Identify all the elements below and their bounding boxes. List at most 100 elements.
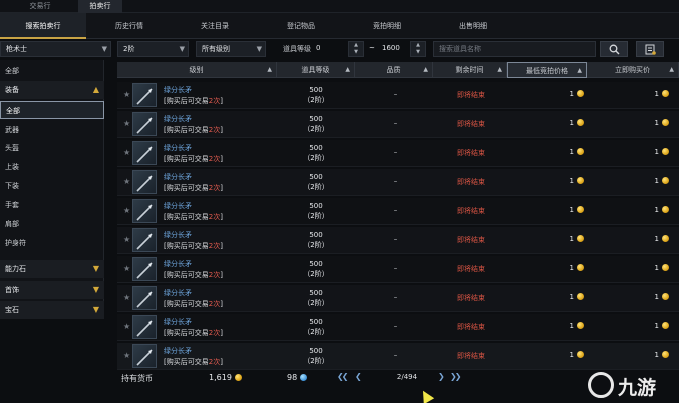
tab-price-history[interactable]: 历史行情	[86, 13, 172, 39]
tab-search-auction[interactable]: 搜索拍卖行	[0, 13, 86, 39]
sort-icon: ▲	[267, 66, 272, 73]
gold-coin-icon	[662, 119, 669, 126]
buy-now-value: 1	[654, 148, 659, 156]
sidebar-item-all[interactable]: 全部	[0, 62, 104, 80]
note-text: ]	[220, 184, 223, 192]
sidebar-item-label: 上装	[5, 163, 19, 171]
note-text: [购买后可交易	[164, 242, 209, 250]
table-row[interactable]: ★ 绿分长矛 [购买后可交易2次] 500 （2阶） – 即将结束 1 1	[117, 256, 679, 283]
item-level-cell: 500 （2阶）	[281, 346, 351, 366]
star-icon[interactable]: ★	[123, 90, 130, 99]
column-header-grade[interactable]: 级别 ▲	[117, 62, 277, 78]
table-row[interactable]: ★ 绿分长矛 [购买后可交易2次] 500 （2阶） – 即将结束 1 1	[117, 227, 679, 254]
table-row[interactable]: ★ 绿分长矛 [购买后可交易2次] 500 （2阶） – 即将结束 1 1	[117, 111, 679, 138]
grade-dropdown-value: 所有级别	[202, 45, 230, 53]
table-row[interactable]: ★ 绿分长矛 [购买后可交易2次] 500 （2阶） – 即将结束 1 1	[117, 140, 679, 167]
item-level-cell: 500 （2阶）	[281, 259, 351, 279]
last-page-button[interactable]: ❯❯	[450, 372, 461, 381]
item-level-cell: 500 （2阶）	[281, 201, 351, 221]
min-bid-cell: 1	[509, 235, 584, 243]
star-icon[interactable]: ★	[123, 148, 130, 157]
gold-coin-icon	[577, 235, 584, 242]
sidebar-item-equipment-all[interactable]: 全部	[0, 101, 104, 119]
tab-sale-details[interactable]: 出售明细	[430, 13, 516, 39]
search-input[interactable]	[434, 42, 595, 56]
sidebar-item-helmet[interactable]: 头盔	[0, 139, 104, 157]
sidebar-item-bottom[interactable]: 下装	[0, 177, 104, 195]
gold-coin-icon	[662, 351, 669, 358]
sidebar-item-gloves[interactable]: 手套	[0, 196, 104, 214]
star-icon[interactable]: ★	[123, 119, 130, 128]
tab-watchlist[interactable]: 关注目录	[172, 13, 258, 39]
sidebar-item-top[interactable]: 上装	[0, 158, 104, 176]
grade-dropdown[interactable]: 所有级别 ▼	[196, 41, 266, 57]
level-max-input[interactable]: 1600	[382, 41, 400, 57]
column-header-quality[interactable]: 品质 ▲	[355, 62, 433, 78]
column-header-min-bid[interactable]: 最低竞拍价格 ▲	[507, 62, 587, 78]
sub-tab-bar: 搜索拍卖行 历史行情 关注目录 登记物品 竞拍明细 出售明细	[0, 13, 679, 39]
sidebar-category-gem[interactable]: 宝石 ▼	[0, 301, 104, 319]
buy-now-value: 1	[654, 90, 659, 98]
item-name: 绿分长矛	[164, 260, 192, 268]
sidebar-category-accessory[interactable]: 首饰 ▼	[0, 281, 104, 299]
gold-coin-icon	[662, 177, 669, 184]
sidebar-category-ability-stone[interactable]: 能力石 ▼	[0, 260, 104, 278]
min-bid-cell: 1	[509, 119, 584, 127]
level-min-stepper[interactable]: ▲ ▼	[348, 41, 364, 57]
star-icon[interactable]: ★	[123, 293, 130, 302]
star-icon[interactable]: ★	[123, 235, 130, 244]
stepper-up-icon: ▲	[354, 42, 358, 48]
item-tier: （2阶）	[303, 96, 329, 104]
tier-dropdown[interactable]: 2阶 ▼	[117, 41, 189, 57]
min-bid-cell: 1	[509, 148, 584, 156]
next-page-button[interactable]: ❯	[438, 372, 445, 381]
search-button[interactable]	[600, 41, 628, 57]
column-header-item-level[interactable]: 道具等级 ▲	[277, 62, 355, 78]
level-max-stepper[interactable]: ▲ ▼	[410, 41, 426, 57]
list-settings-button[interactable]	[636, 41, 664, 57]
min-bid-value: 1	[569, 235, 574, 243]
star-icon[interactable]: ★	[123, 206, 130, 215]
tab-auction[interactable]: 拍卖行	[78, 0, 122, 13]
spear-icon	[132, 344, 157, 368]
table-row[interactable]: ★ 绿分长矛 [购买后可交易2次] 500 （2阶） – 即将结束 1 1	[117, 285, 679, 312]
item-name: 绿分长矛	[164, 289, 192, 297]
prev-page-button[interactable]: ❮	[355, 372, 362, 381]
sidebar-category-equipment[interactable]: 装备 ▲	[0, 81, 104, 99]
tab-bid-details[interactable]: 竞拍明细	[344, 13, 430, 39]
star-icon[interactable]: ★	[123, 351, 130, 360]
search-icon	[609, 44, 620, 55]
table-row[interactable]: ★ 绿分长矛 [购买后可交易2次] 500 （2阶） – 即将结束 1 1	[117, 314, 679, 341]
mouse-cursor-icon	[417, 387, 435, 403]
column-header-time-left[interactable]: 剩余时间 ▲	[433, 62, 507, 78]
sidebar-item-amulet[interactable]: 护身符	[0, 234, 104, 252]
chevron-up-icon: ▲	[92, 85, 99, 94]
table-row[interactable]: ★ 绿分长矛 [购买后可交易2次] 500 （2阶） – 即将结束 1 1	[117, 343, 679, 370]
star-icon[interactable]: ★	[123, 264, 130, 273]
gold-coin-icon	[577, 177, 584, 184]
note-text: ]	[220, 300, 223, 308]
table-row[interactable]: ★ 绿分长矛 [购买后可交易2次] 500 （2阶） – 即将结束 1 1	[117, 198, 679, 225]
time-left-cell: 即将结束	[457, 178, 485, 186]
item-trade-note: [购买后可交易2次]	[164, 212, 223, 222]
item-tier: （2阶）	[303, 270, 329, 278]
tab-trade[interactable]: 交易行	[20, 0, 60, 13]
search-field[interactable]	[433, 41, 596, 57]
star-icon[interactable]: ★	[123, 177, 130, 186]
class-dropdown[interactable]: 枪术士 ▼	[0, 41, 111, 57]
quality-cell: –	[393, 90, 398, 98]
quality-cell: –	[393, 264, 398, 272]
gold-coin-icon	[577, 119, 584, 126]
item-trade-note: [购买后可交易2次]	[164, 299, 223, 309]
sidebar-item-shoulder[interactable]: 肩部	[0, 215, 104, 233]
first-page-button[interactable]: ❮❮	[337, 372, 348, 381]
table-row[interactable]: ★ 绿分长矛 [购买后可交易2次] 500 （2阶） – 即将结束 1 1	[117, 82, 679, 109]
spear-icon	[132, 228, 157, 252]
item-tier: （2阶）	[303, 125, 329, 133]
sidebar-item-weapon[interactable]: 武器	[0, 121, 104, 139]
table-row[interactable]: ★ 绿分长矛 [购买后可交易2次] 500 （2阶） – 即将结束 1 1	[117, 169, 679, 196]
column-header-buy-now[interactable]: 立即购买价 ▲	[587, 62, 679, 78]
star-icon[interactable]: ★	[123, 322, 130, 331]
tab-register-item[interactable]: 登记物品	[258, 13, 344, 39]
level-min-input[interactable]: 0	[316, 41, 320, 57]
